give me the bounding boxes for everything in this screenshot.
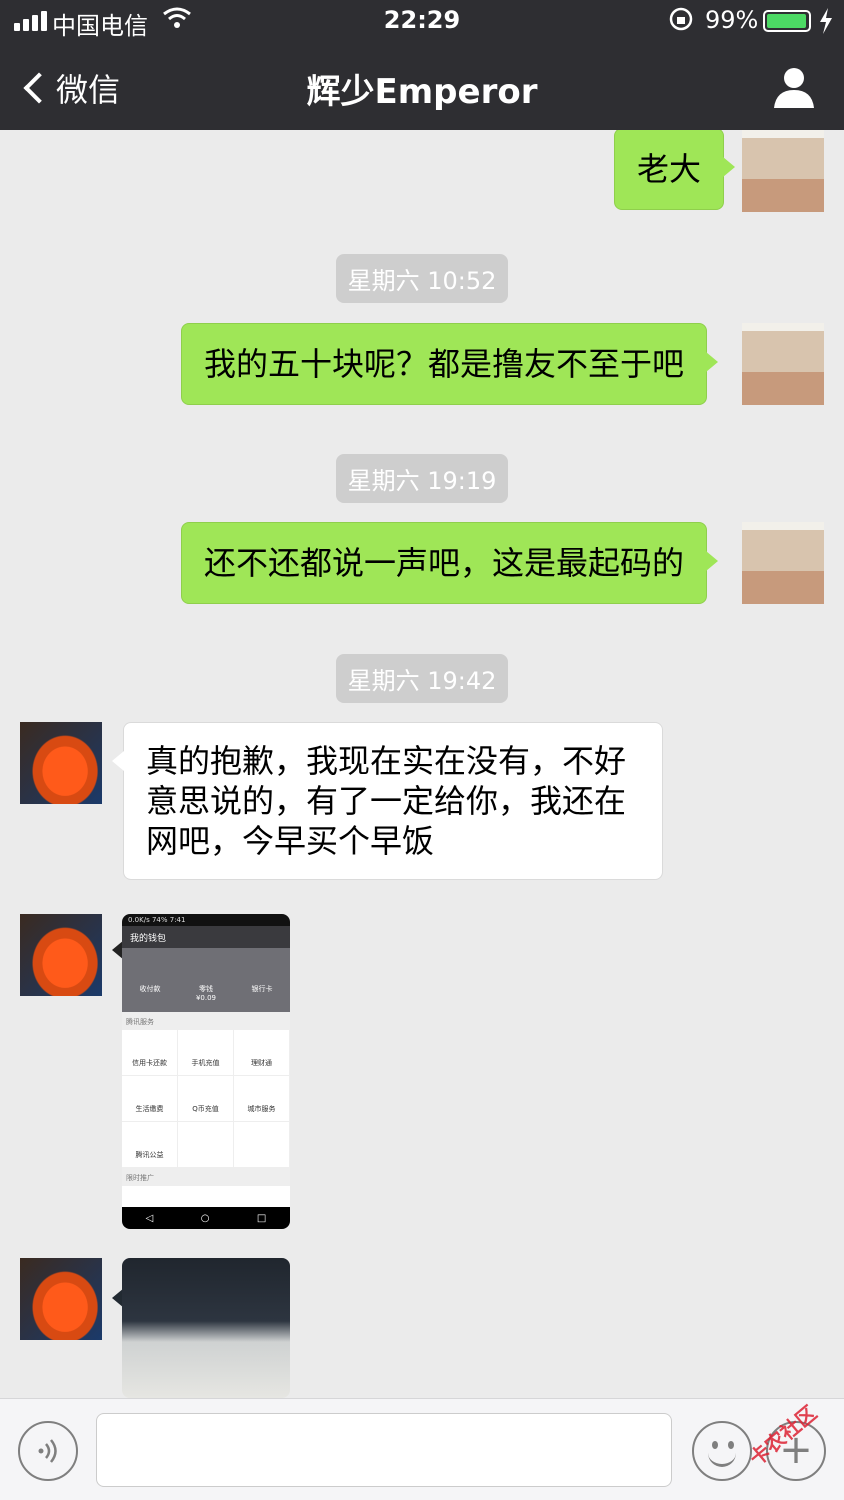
message-text: 真的抱歉，我现在实在没有，不好意思说的，有了一定给你，我还在网吧，今早买个早饭 — [146, 742, 627, 860]
message-bubble-outgoing[interactable]: 我的五十块呢？都是撸友不至于吧 — [181, 323, 719, 405]
screenshot-nav-bar: ◁ ○ □ — [122, 1207, 290, 1229]
message-text: 我的五十块呢？都是撸友不至于吧 — [204, 345, 685, 383]
input-bar: + — [0, 1398, 844, 1500]
status-bar: 中国电信 22:29 99% — [0, 0, 844, 42]
message-input[interactable] — [96, 1413, 672, 1487]
avatar[interactable] — [742, 522, 824, 604]
chat-title: 辉少Emperor — [306, 72, 538, 112]
battery-icon — [763, 10, 811, 32]
screenshot-section: 限时推广 — [122, 1168, 290, 1186]
avatar[interactable] — [742, 130, 824, 212]
avatar[interactable] — [742, 323, 824, 405]
screenshot-title: 我的钱包 — [122, 926, 290, 948]
timestamp: 星期六 10:52 — [0, 254, 844, 303]
battery-percent: 99% — [705, 6, 759, 34]
image-message-photo[interactable] — [122, 1258, 290, 1398]
top-bar: 中国电信 22:29 99% 微信 辉少Emperor — [0, 0, 844, 130]
voice-icon[interactable] — [18, 1421, 78, 1481]
avatar[interactable] — [20, 914, 102, 996]
timestamp: 星期六 19:19 — [0, 454, 844, 503]
screenshot-section: 腾讯服务 — [122, 1012, 290, 1030]
screenshot-top-items: 收付款 零钱 ¥0.09 银行卡 — [122, 948, 290, 1012]
message-text: 还不还都说一声吧，这是最起码的 — [204, 544, 685, 582]
person-icon[interactable] — [770, 64, 818, 112]
message-bubble-outgoing[interactable]: 还不还都说一声吧，这是最起码的 — [181, 522, 719, 604]
image-message-wallet-screenshot[interactable]: 0.0K/s 74% 7:41 我的钱包 收付款 零钱 ¥0.09 银行卡 腾讯服… — [122, 914, 290, 1229]
rotation-lock-icon — [668, 6, 694, 38]
message-bubble-outgoing[interactable]: 老大 — [614, 130, 736, 210]
avatar[interactable] — [20, 722, 102, 804]
chat-area[interactable]: 老大 星期六 10:52 我的五十块呢？都是撸友不至于吧 星期六 19:19 还… — [0, 130, 844, 1398]
avatar[interactable] — [20, 1258, 102, 1340]
charging-icon — [818, 8, 834, 40]
screenshot-status: 0.0K/s 74% 7:41 — [122, 914, 290, 926]
message-text: 老大 — [637, 150, 702, 188]
screenshot-grid: 信用卡还款 手机充值 理财通 生活缴费 Q币充值 城市服务 腾讯公益 — [122, 1030, 290, 1168]
timestamp: 星期六 19:42 — [0, 654, 844, 703]
message-bubble-incoming[interactable]: 真的抱歉，我现在实在没有，不好意思说的，有了一定给你，我还在网吧，今早买个早饭 — [112, 722, 663, 880]
